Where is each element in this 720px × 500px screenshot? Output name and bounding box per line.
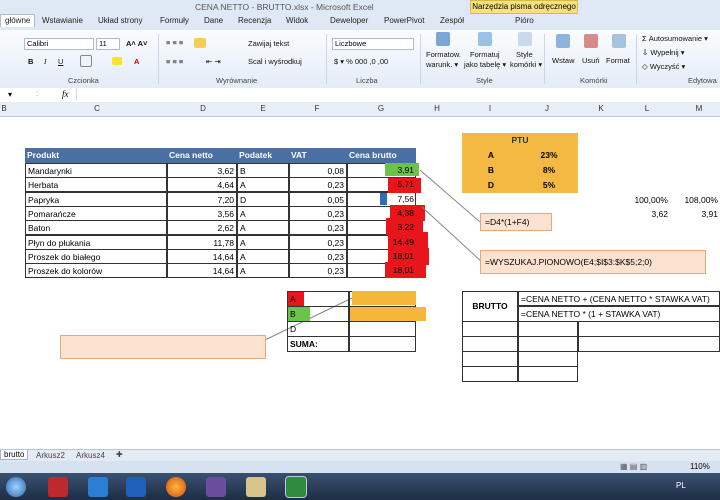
grid-cell[interactable] [462, 351, 518, 367]
sheet-tab-arkusz2[interactable]: Arkusz2 [36, 451, 65, 460]
media-icon[interactable] [206, 477, 226, 497]
outlook-icon[interactable] [126, 477, 146, 497]
grid-cell[interactable] [578, 336, 720, 352]
grid-cell[interactable] [518, 336, 578, 352]
grid-cell[interactable] [518, 351, 578, 367]
formula-callout-1: =D4*(1+F4) [480, 213, 552, 231]
brutto-label[interactable]: BRUTTO [462, 291, 518, 322]
sheet-tab-arkusz4[interactable]: Arkusz4 [76, 451, 105, 460]
summary-b-text: B [290, 309, 296, 319]
grid-cell[interactable] [518, 366, 578, 382]
orange-highlight [352, 291, 416, 305]
folder-icon[interactable] [246, 477, 266, 497]
excel-icon[interactable] [285, 476, 307, 498]
summary-a-text: A [290, 294, 296, 304]
zoom-level[interactable]: 110% [690, 462, 710, 471]
summary-label-d[interactable]: D [287, 321, 349, 337]
language-indicator[interactable]: PL [676, 481, 686, 490]
start-button-icon[interactable] [6, 477, 26, 497]
new-sheet-icon[interactable]: ✚ [116, 450, 123, 459]
grid-cell[interactable] [462, 336, 518, 352]
view-buttons[interactable]: ▦ ▤ ▥ [620, 462, 647, 471]
brutto-formula-2[interactable]: =CENA NETTO * (1 + STAWKA VAT) [518, 306, 720, 322]
grid-cell[interactable] [518, 321, 578, 337]
summary-value-d[interactable] [349, 321, 416, 337]
windows-taskbar: PL [0, 473, 720, 500]
summary-total-value[interactable] [349, 336, 416, 352]
pin-icon[interactable] [48, 477, 68, 497]
sheet-tab-brutto[interactable]: brutto [0, 450, 29, 460]
orange-highlight [350, 307, 426, 321]
summary-label-a[interactable]: A [287, 291, 349, 307]
internet-explorer-icon[interactable] [88, 477, 108, 497]
formula-callout-2: =WYSZUKAJ.PIONOWO(E4;$I$3:$K$5;2;0) [480, 250, 706, 274]
status-bar: ▦ ▤ ▥ 110% [0, 461, 720, 473]
grid-cell[interactable] [462, 321, 518, 337]
brutto-formula-1[interactable]: =CENA NETTO + (CENA NETTO * STAWKA VAT) [518, 291, 720, 306]
brutto-notes-table: BRUTTO =CENA NETTO + (CENA NETTO * STAWK… [462, 291, 720, 391]
grid-cell[interactable] [578, 321, 720, 337]
firefox-icon[interactable] [166, 477, 186, 497]
summary-label-b[interactable]: B [287, 306, 349, 322]
grid-cell[interactable] [462, 366, 518, 382]
summary-total-label[interactable]: SUMA: [287, 336, 349, 352]
empty-callout [60, 335, 266, 359]
